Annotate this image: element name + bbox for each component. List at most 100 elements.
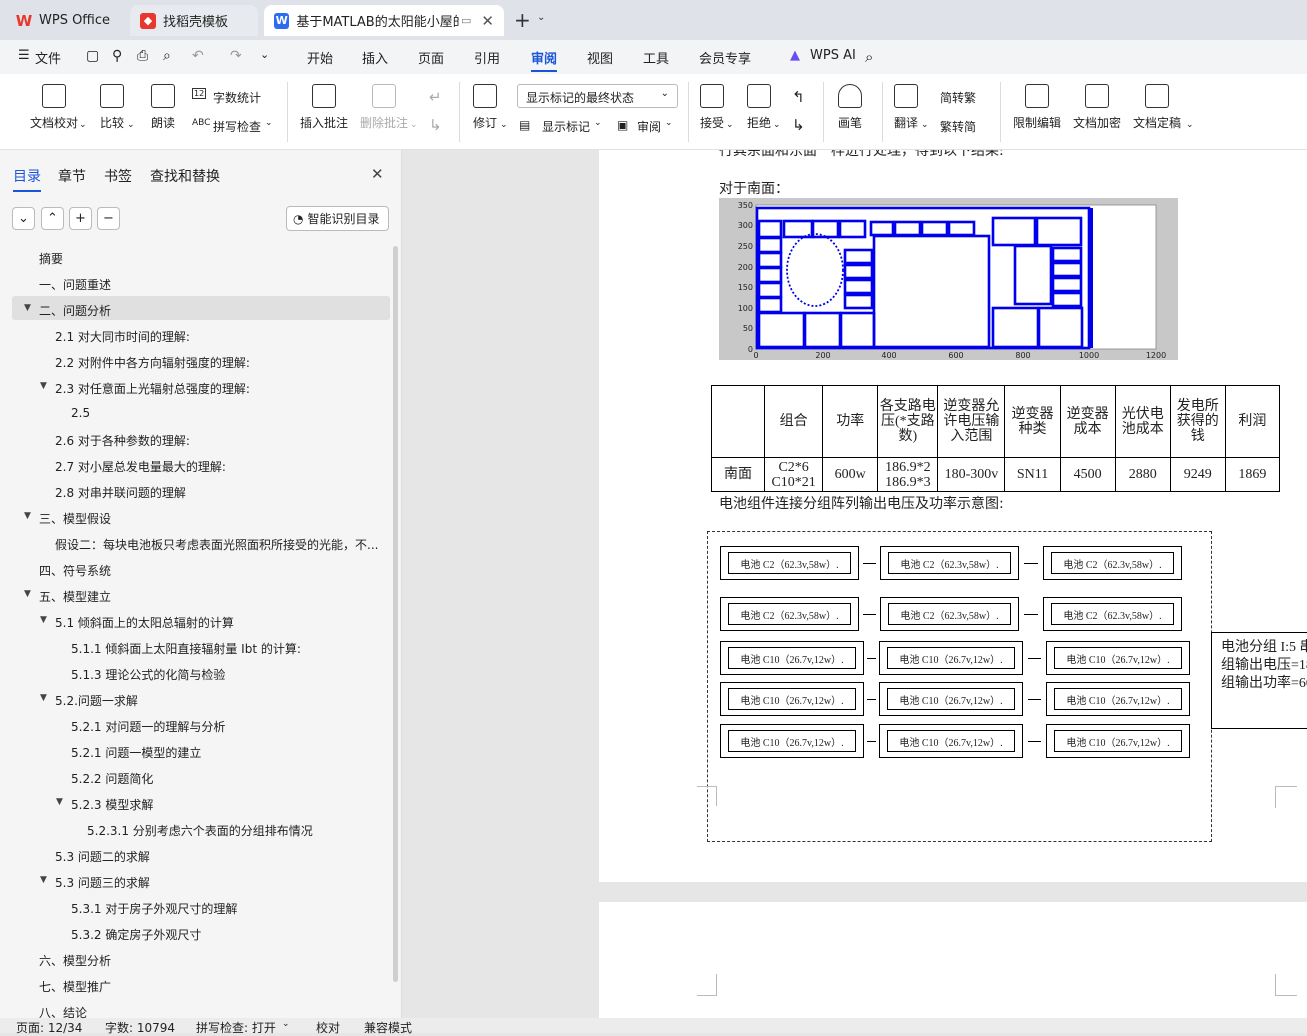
revise-chevron-icon[interactable]: ⌄ (500, 120, 508, 130)
to-traditional-button[interactable]: 简转繁 (940, 89, 976, 106)
menu-page[interactable]: 页面 (418, 48, 444, 67)
review-pane-button[interactable]: 审阅 (637, 118, 661, 135)
toc-item[interactable]: 2.5 (71, 406, 90, 420)
tab-find-replace[interactable]: 查找和替换 (150, 166, 220, 186)
menu-wps-ai[interactable]: WPS AI (810, 48, 856, 63)
toc-item[interactable]: 5.3 问题二的求解 (55, 848, 150, 865)
document-page[interactable] (599, 902, 1307, 1018)
compare-button[interactable]: 比较 (100, 84, 124, 131)
proofread-status[interactable]: 校对 (316, 1019, 340, 1036)
pen-button[interactable]: 画笔 (838, 84, 862, 131)
undo-icon[interactable]: ↶ (192, 48, 204, 64)
toc-item[interactable]: 2.3 对任意面上光辐射总强度的理解: (55, 380, 250, 397)
spell-check-button[interactable]: 拼写检查 (213, 118, 261, 135)
accept-button[interactable]: 接受 (700, 84, 724, 131)
menu-hamburger-icon[interactable]: ☰ (18, 48, 30, 63)
toc-item[interactable]: 5.3.2 确定房子外观尺寸 (71, 926, 201, 943)
show-markup-button[interactable]: 显示标记 (542, 118, 590, 135)
toc-expand-caret-icon[interactable]: ▼ (40, 693, 47, 703)
translate-button[interactable]: 翻译 (894, 84, 918, 131)
tab-chapters[interactable]: 章节 (58, 166, 86, 186)
toc-item[interactable]: 七、模型推广 (39, 978, 111, 995)
add-heading-button[interactable]: + (69, 207, 92, 230)
toc-expand-caret-icon[interactable]: ▼ (40, 381, 47, 391)
toc-item[interactable]: 四、符号系统 (39, 562, 111, 579)
toc-item[interactable]: 5.2.问题一求解 (55, 692, 138, 709)
toc-item[interactable]: 5.3.1 对于房子外观尺寸的理解 (71, 900, 237, 917)
toc-item[interactable]: 假设二：每块电池板只考虑表面光照面积所接受的光能，不... (55, 536, 378, 553)
menu-reference[interactable]: 引用 (474, 48, 500, 67)
tab-list-chevron-icon[interactable]: ⌄ (537, 12, 545, 23)
tab-template[interactable]: ◆ 找稻壳模板 (130, 5, 258, 36)
word-count-button[interactable]: 字数统计 (213, 89, 261, 106)
toc-item[interactable]: 5.2.1 对问题一的理解与分析 (71, 718, 225, 735)
reject-chevron-icon[interactable]: ⌄ (773, 120, 781, 130)
toc-item[interactable]: 5.2.3.1 分别考虑六个表面的分组排布情况 (87, 822, 313, 839)
menu-view[interactable]: 视图 (587, 48, 613, 67)
toc-item[interactable]: 5.1.1 倾斜面上太阳直接辐射量 Ibt 的计算: (71, 640, 301, 657)
tab-toc[interactable]: 目录 (13, 166, 41, 192)
toc-expand-caret-icon[interactable]: ▼ (24, 511, 31, 521)
toc-expand-caret-icon[interactable]: ▼ (40, 875, 47, 885)
toc-expand-caret-icon[interactable]: ▼ (24, 589, 31, 599)
toc-item[interactable]: 5.1 倾斜面上的太阳总辐射的计算 (55, 614, 234, 631)
menu-vip[interactable]: 会员专享 (699, 48, 751, 67)
reject-button[interactable]: 拒绝 (747, 84, 771, 131)
menu-file[interactable]: 文件 (35, 48, 61, 67)
insert-comment-button[interactable]: 插入批注 (300, 84, 348, 131)
expand-up-button[interactable]: ⌃ (41, 207, 64, 230)
toc-item[interactable]: 摘要 (39, 250, 63, 267)
toc-item[interactable]: 2.8 对串并联问题的理解 (55, 484, 186, 501)
finalize-button[interactable]: 文档定稿 (1133, 84, 1181, 131)
next-revision-icon[interactable]: ↳ (792, 116, 805, 134)
toc-item[interactable]: 六、模型分析 (39, 952, 111, 969)
delete-comment-chevron-icon[interactable]: ⌄ (410, 120, 418, 130)
screen-icon[interactable]: ▭ (461, 14, 471, 27)
redo-icon[interactable]: ↷ (230, 48, 242, 64)
toc-item[interactable]: 五、模型建立 (39, 588, 111, 605)
page-indicator[interactable]: 页面: 12/34 (16, 1019, 82, 1036)
toc-item[interactable]: 2.7 对小屋总发电量最大的理解: (55, 458, 226, 475)
markup-state-select[interactable]: 显示标记的最终状态 ⌄ (517, 84, 678, 108)
new-tab-icon[interactable]: + (514, 8, 531, 32)
word-count-status[interactable]: 字数: 10794 (105, 1019, 175, 1036)
finalize-chevron-icon[interactable]: ⌄ (1186, 120, 1194, 130)
accept-chevron-icon[interactable]: ⌄ (726, 120, 734, 130)
menu-review[interactable]: 审阅 (531, 48, 558, 72)
collapse-all-button[interactable]: ⌄ (12, 207, 35, 230)
print-icon[interactable]: ⎙ (137, 48, 148, 64)
toc-item[interactable]: 二、问题分析 (39, 302, 111, 319)
close-pane-icon[interactable]: ✕ (371, 165, 384, 183)
doc-check-chevron-icon[interactable]: ⌄ (79, 120, 87, 130)
toc-expand-caret-icon[interactable]: ▼ (56, 797, 63, 807)
next-comment-icon[interactable]: ↳ (429, 116, 442, 134)
show-markup-chevron-icon[interactable]: ⌄ (594, 118, 602, 128)
toc-item[interactable]: 2.1 对大同市时间的理解: (55, 328, 190, 345)
translate-chevron-icon[interactable]: ⌄ (921, 120, 929, 130)
toc-item[interactable]: 5.2.1 问题一模型的建立 (71, 744, 201, 761)
toc-expand-caret-icon[interactable]: ▼ (24, 303, 31, 313)
tab-bookmarks[interactable]: 书签 (104, 166, 132, 186)
toc-scrollbar[interactable] (393, 246, 398, 982)
toc-item[interactable]: 5.2.3 模型求解 (71, 796, 153, 813)
to-simplified-button[interactable]: 繁转简 (940, 118, 976, 135)
close-tab-icon[interactable]: ✕ (481, 12, 494, 30)
document-page[interactable]: 行其余面和东面一样进行处理，得到以下结果: 对于南面： 350 300 250 … (599, 150, 1307, 882)
encrypt-button[interactable]: 文档加密 (1073, 84, 1121, 131)
compare-chevron-icon[interactable]: ⌄ (127, 120, 135, 130)
save-icon[interactable]: ▢ (86, 48, 99, 64)
toc-item[interactable]: 2.6 对于各种参数的理解: (55, 432, 190, 449)
toc-item[interactable]: 5.2.2 问题简化 (71, 770, 153, 787)
search-icon[interactable]: ⌕ (865, 48, 873, 66)
toc-item[interactable]: 5.1.3 理论公式的化简与检验 (71, 666, 225, 683)
spell-status-chevron-icon[interactable]: ⌄ (282, 1019, 290, 1029)
tab-document[interactable]: W 基于MATLAB的太阳能小屋的 ▭ ✕ (264, 5, 504, 36)
prev-revision-icon[interactable]: ↰ (792, 88, 805, 106)
menu-home[interactable]: 开始 (307, 48, 333, 67)
toc-item[interactable]: 一、问题重述 (39, 276, 111, 293)
share-icon[interactable]: ⚲ (112, 48, 122, 64)
revise-button[interactable]: 修订 (473, 84, 497, 131)
delete-comment-button[interactable]: 删除批注 (360, 84, 408, 131)
menu-insert[interactable]: 插入 (362, 48, 388, 67)
print-preview-icon[interactable]: ⌕ (163, 48, 171, 64)
